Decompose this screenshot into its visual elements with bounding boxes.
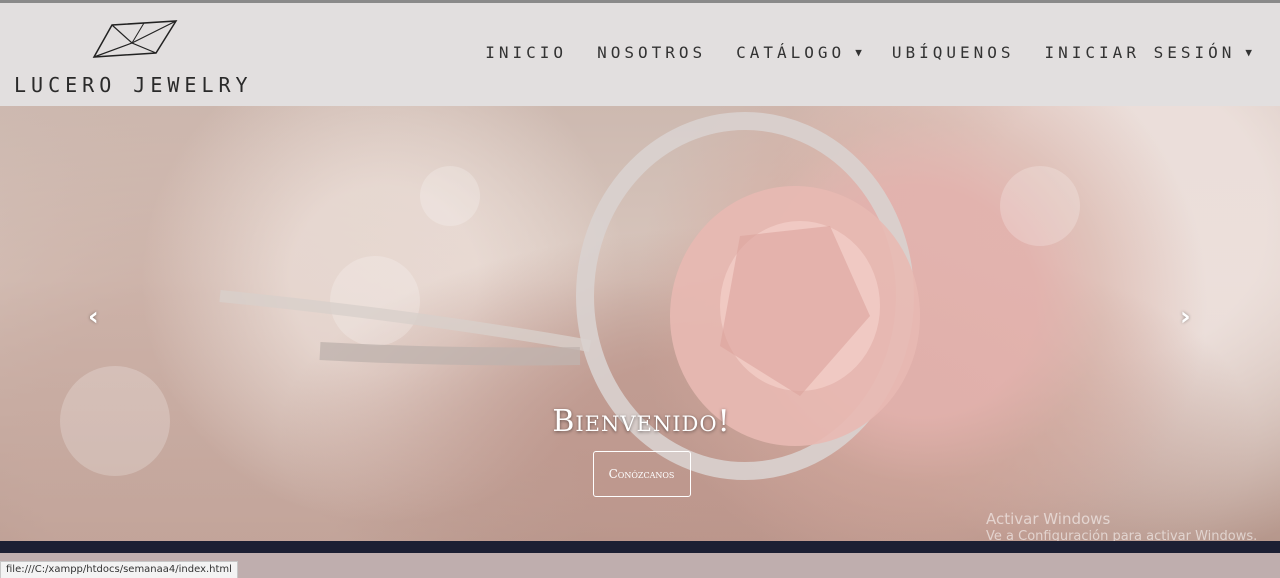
- carousel-caption: Bienvenido! Conózcanos: [500, 404, 783, 497]
- nav-inicio[interactable]: INICIO: [485, 43, 567, 62]
- nav-ubiquenos[interactable]: UBÍQUENOS: [892, 43, 1015, 62]
- windows-activation-watermark: Activar Windows Ve a Configuración para …: [986, 510, 1257, 541]
- chevron-right-icon: ›: [1180, 302, 1191, 332]
- hero-title: Bienvenido!: [552, 404, 731, 439]
- nav-ubiquenos-label: UBÍQUENOS: [891, 43, 1015, 62]
- conozcanos-button[interactable]: Conózcanos: [592, 451, 691, 497]
- nav-catalogo-dropdown[interactable]: CATÁLOGO ▼: [736, 43, 862, 62]
- footer-band: [0, 541, 1280, 553]
- navbar: LUCERO JEWELRY INICIO NOSOTROS CATÁLOGO …: [0, 0, 1280, 106]
- chevron-left-icon: ‹: [88, 302, 99, 332]
- caret-down-icon: ▼: [855, 46, 862, 59]
- brand-logo[interactable]: LUCERO JEWELRY: [14, 17, 264, 97]
- nav-catalogo-label: CATÁLOGO: [736, 43, 846, 62]
- diamond-logo-icon: [92, 20, 178, 58]
- nav-nosotros[interactable]: NOSOTROS: [597, 43, 706, 62]
- carousel-next-button[interactable]: ›: [1180, 302, 1191, 332]
- browser-status-bar: file:///C:/xampp/htdocs/semanaa4/index.h…: [0, 561, 238, 578]
- watermark-line1: Activar Windows: [986, 510, 1111, 528]
- nav-iniciar-sesion-label: INICIAR SESIÓN: [1044, 43, 1236, 62]
- hero-carousel: ‹ › Bienvenido! Conózcanos Activar Windo…: [0, 106, 1280, 541]
- caret-down-icon: ▼: [1245, 46, 1252, 59]
- carousel-prev-button[interactable]: ‹: [88, 302, 99, 332]
- watermark-line2: Ve a Configuración para activar Windows.: [986, 529, 1258, 541]
- nav-nosotros-label: NOSOTROS: [597, 43, 707, 62]
- nav-iniciar-sesion-dropdown[interactable]: INICIAR SESIÓN ▼: [1045, 43, 1252, 62]
- nav-inicio-label: INICIO: [485, 43, 568, 62]
- brand-name: LUCERO JEWELRY: [14, 73, 253, 97]
- nav-links: INICIO NOSOTROS CATÁLOGO ▼ UBÍQUENOS INI…: [485, 43, 1252, 62]
